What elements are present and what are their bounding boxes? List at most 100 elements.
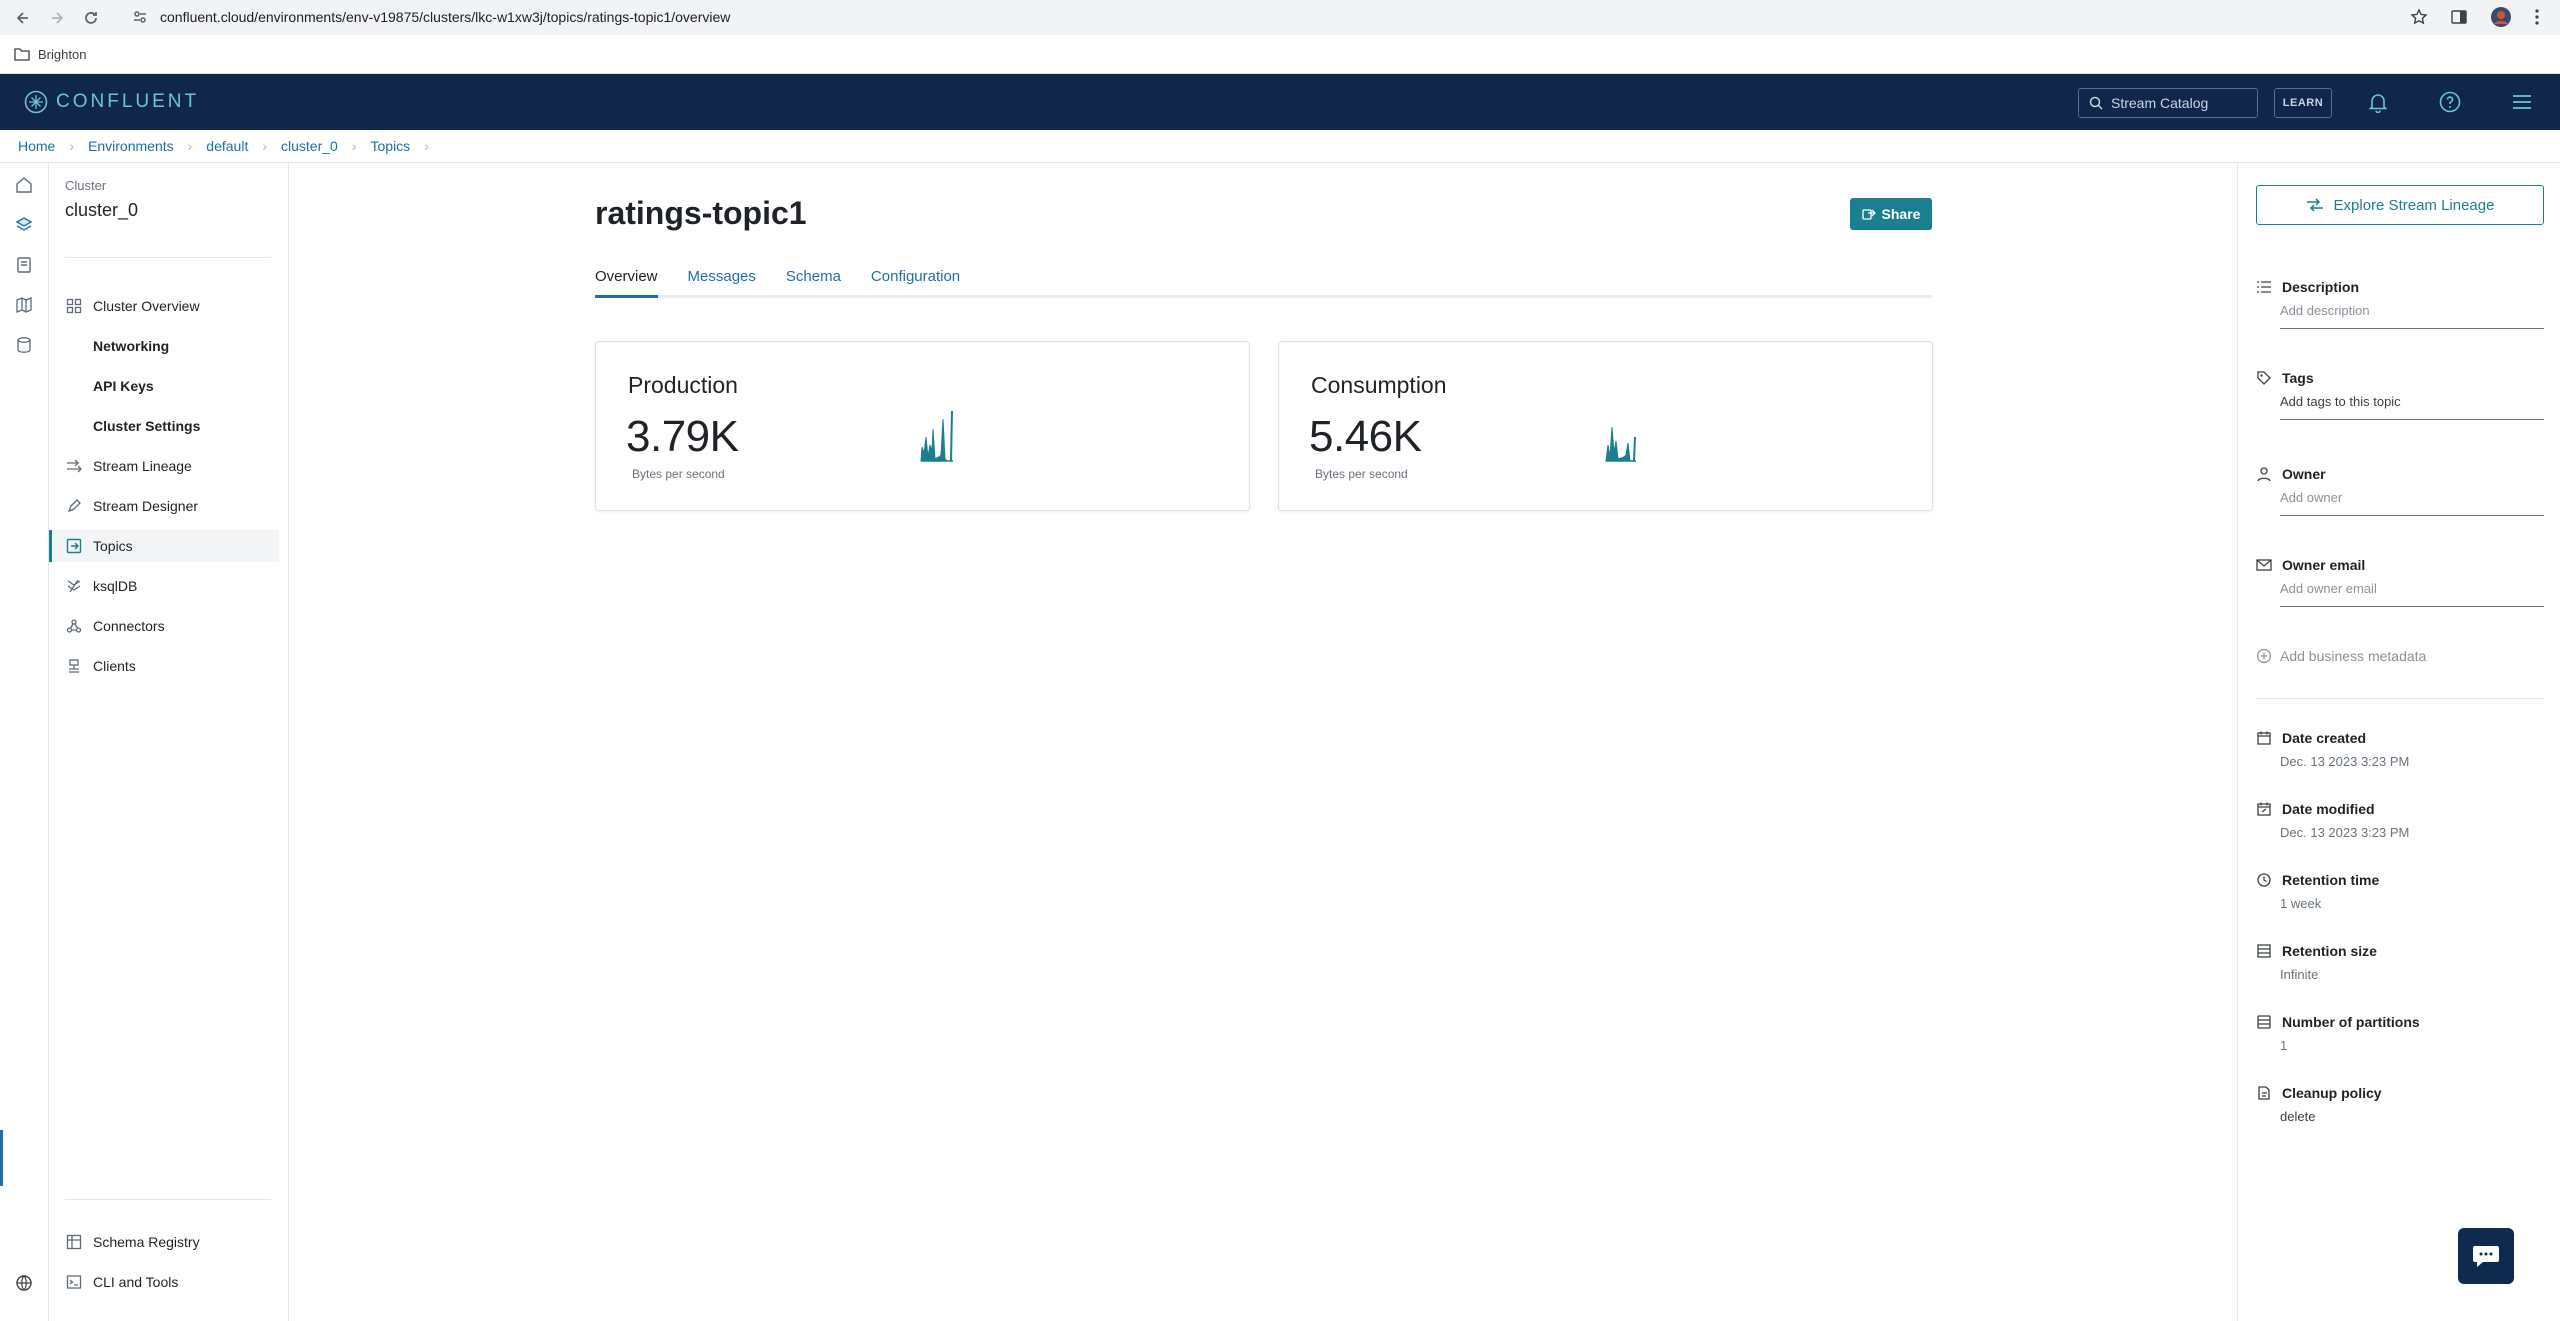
sidebar-item-clients[interactable]: Clients	[49, 650, 279, 682]
sidebar-item-stream-designer[interactable]: Stream Designer	[49, 490, 279, 522]
tags-section: Tags Add tags to this topic	[2256, 370, 2544, 420]
logo-text: CONFLUENT	[56, 91, 200, 112]
app-header: CONFLUENT Stream Catalog LEARN	[0, 74, 2560, 130]
breadcrumb-home[interactable]: Home	[18, 138, 55, 154]
retention-time-label: Retention time	[2282, 872, 2380, 888]
confluent-logo[interactable]: CONFLUENT	[24, 90, 199, 114]
tab-schema[interactable]: Schema	[786, 268, 841, 295]
chat-support-button[interactable]	[2458, 1228, 2514, 1284]
tab-configuration[interactable]: Configuration	[871, 268, 960, 295]
ksqldb-icon	[65, 577, 83, 595]
partitions-label: Number of partitions	[2282, 1014, 2420, 1030]
hamburger-menu-icon[interactable]	[2510, 90, 2534, 114]
cleanup-policy-label: Cleanup policy	[2282, 1085, 2382, 1101]
breadcrumb-environments[interactable]: Environments	[88, 138, 174, 154]
stream-catalog-search[interactable]: Stream Catalog	[2078, 88, 2258, 118]
bookmark-star-icon[interactable]	[2410, 8, 2428, 26]
home-icon[interactable]	[14, 175, 34, 195]
add-business-metadata-button[interactable]: Add business metadata	[2256, 648, 2544, 664]
address-bar[interactable]: confluent.cloud/environments/env-v19875/…	[124, 3, 2414, 31]
globe-icon[interactable]	[14, 1273, 34, 1293]
calendar-edit-icon	[2256, 801, 2272, 817]
sidebar-item-label: Cluster Overview	[93, 298, 200, 314]
help-icon[interactable]	[2438, 90, 2462, 114]
retention-time-value: 1 week	[2280, 896, 2322, 911]
clients-icon	[65, 657, 83, 675]
sidebar-cluster-name: cluster_0	[65, 200, 139, 220]
search-icon	[2089, 96, 2103, 110]
bookmark-folder[interactable]: Brighton	[14, 47, 86, 62]
share-icon	[1861, 207, 1876, 221]
sidebar-item-label: Stream Designer	[93, 498, 199, 514]
side-panel-icon[interactable]	[2450, 8, 2468, 26]
breadcrumb-topics[interactable]: Topics	[371, 138, 411, 154]
terminal-icon	[65, 1273, 83, 1291]
sidebar-item-api-keys[interactable]: API Keys	[49, 370, 279, 402]
designer-pen-icon	[65, 497, 83, 515]
profile-avatar-icon[interactable]	[2490, 6, 2512, 28]
owner-input[interactable]: Add owner	[2280, 490, 2544, 516]
sidebar-item-label: Connectors	[93, 618, 165, 634]
sidebar-item-cli-tools[interactable]: CLI and Tools	[49, 1266, 279, 1298]
map-icon[interactable]	[14, 295, 34, 315]
tab-messages[interactable]: Messages	[688, 268, 756, 295]
card-unit: Bytes per second	[1315, 467, 1408, 481]
description-input[interactable]: Add description	[2280, 303, 2544, 329]
production-sparkline	[920, 410, 953, 462]
sidebar-item-cluster-settings[interactable]: Cluster Settings	[49, 410, 279, 442]
retention-size-section: Retention size Infinite	[2256, 943, 2544, 982]
environments-layers-icon[interactable]	[14, 215, 34, 235]
tab-overview[interactable]: Overview	[595, 268, 658, 298]
card-value: 3.79K	[626, 412, 739, 461]
forward-icon[interactable]	[46, 7, 68, 29]
learn-button[interactable]: LEARN	[2274, 88, 2332, 118]
reload-icon[interactable]	[80, 7, 102, 29]
sidebar-item-topics[interactable]: Topics	[49, 530, 279, 562]
main-content: ratings-topic1 Share Overview Messages S…	[290, 163, 2237, 1321]
sidebar-item-cluster-overview[interactable]: Cluster Overview	[49, 290, 279, 322]
sidebar-item-stream-lineage[interactable]: Stream Lineage	[49, 450, 279, 482]
user-icon	[2256, 466, 2272, 482]
confluent-logo-icon	[24, 90, 48, 114]
breadcrumb-default[interactable]: default	[206, 138, 248, 154]
sidebar-item-networking[interactable]: Networking	[49, 330, 279, 362]
schema-registry-icon	[65, 1233, 83, 1251]
site-settings-icon[interactable]	[132, 9, 148, 25]
breadcrumb: Home › Environments › default › cluster_…	[0, 130, 2560, 163]
sidebar-item-connectors[interactable]: Connectors	[49, 610, 279, 642]
notifications-bell-icon[interactable]	[2366, 90, 2390, 114]
owner-email-input[interactable]: Add owner email	[2280, 581, 2544, 607]
data-portal-icon[interactable]	[14, 255, 34, 275]
breadcrumb-cluster[interactable]: cluster_0	[281, 138, 338, 154]
tag-icon	[2256, 370, 2272, 386]
partitions-value: 1	[2280, 1038, 2288, 1053]
list-icon	[2256, 279, 2272, 295]
storage-icon	[2256, 943, 2272, 959]
share-label: Share	[1881, 206, 1921, 222]
sidebar-item-schema-registry[interactable]: Schema Registry	[49, 1226, 279, 1258]
calendar-icon	[2256, 730, 2272, 746]
bookmarks-bar: Brighton	[0, 35, 2560, 74]
cleanup-policy-value: delete	[2280, 1109, 2316, 1124]
date-created-label: Date created	[2282, 730, 2367, 746]
cluster-sidebar: Cluster cluster_0 Cluster Overview Netwo…	[49, 163, 289, 1321]
chevron-right-icon: ›	[351, 138, 357, 154]
consumption-card[interactable]: Consumption 5.46K Bytes per second	[1278, 341, 1933, 511]
production-card[interactable]: Production 3.79K Bytes per second	[595, 341, 1250, 511]
database-icon[interactable]	[14, 335, 34, 355]
tags-input[interactable]: Add tags to this topic	[2280, 394, 2544, 420]
grid-icon	[65, 297, 83, 315]
browser-menu-icon[interactable]	[2534, 8, 2540, 26]
card-unit: Bytes per second	[632, 467, 725, 481]
sidebar-eyebrow: Cluster	[65, 178, 107, 193]
back-icon[interactable]	[12, 7, 34, 29]
owner-section: Owner Add owner	[2256, 466, 2544, 516]
sidebar-item-label: ksqlDB	[93, 578, 138, 594]
bookmark-label: Brighton	[38, 46, 87, 62]
retention-size-value: Infinite	[2280, 967, 2319, 982]
chevron-right-icon: ›	[69, 138, 75, 154]
sidebar-item-ksqldb[interactable]: ksqlDB	[49, 570, 279, 602]
explore-stream-lineage-button[interactable]: Explore Stream Lineage	[2256, 185, 2544, 225]
share-button[interactable]: Share	[1850, 198, 1932, 230]
date-modified-label: Date modified	[2282, 801, 2375, 817]
